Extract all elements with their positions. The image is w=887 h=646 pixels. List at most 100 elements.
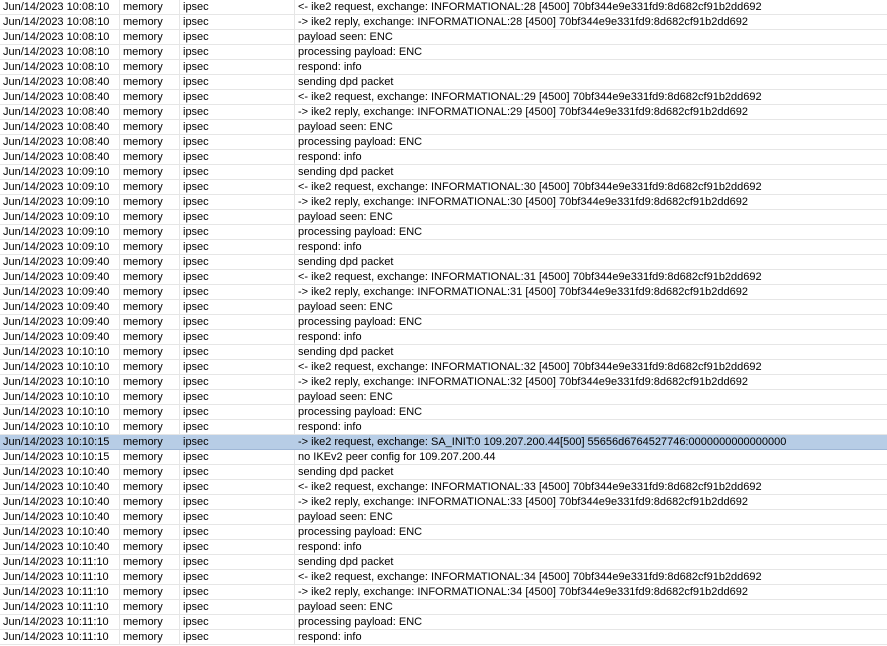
log-row[interactable]: Jun/14/2023 10:08:10 memory ipsec <- ike… <box>0 0 887 15</box>
log-buffer: memory <box>123 436 163 448</box>
log-topics: ipsec <box>183 331 209 343</box>
log-table[interactable]: Jun/14/2023 10:08:10 memory ipsec <- ike… <box>0 0 887 645</box>
log-topics: ipsec <box>183 496 209 508</box>
log-row[interactable]: Jun/14/2023 10:09:40 memory ipsec respon… <box>0 330 887 345</box>
log-row[interactable]: Jun/14/2023 10:11:10 memory ipsec -> ike… <box>0 585 887 600</box>
log-topics: ipsec <box>183 631 209 643</box>
log-row[interactable]: Jun/14/2023 10:10:15 memory ipsec -> ike… <box>0 435 887 450</box>
log-time: Jun/14/2023 10:08:40 <box>3 136 110 148</box>
log-row[interactable]: Jun/14/2023 10:10:10 memory ipsec <- ike… <box>0 360 887 375</box>
log-buffer: memory <box>123 466 163 478</box>
log-row[interactable]: Jun/14/2023 10:09:40 memory ipsec <- ike… <box>0 270 887 285</box>
log-time: Jun/14/2023 10:11:10 <box>3 616 109 628</box>
log-row[interactable]: Jun/14/2023 10:09:10 memory ipsec <- ike… <box>0 180 887 195</box>
log-topics: ipsec <box>183 376 209 388</box>
log-topics: ipsec <box>183 556 209 568</box>
log-row[interactable]: Jun/14/2023 10:09:40 memory ipsec proces… <box>0 315 887 330</box>
log-row[interactable]: Jun/14/2023 10:08:10 memory ipsec payloa… <box>0 30 887 45</box>
log-row[interactable]: Jun/14/2023 10:11:10 memory ipsec <- ike… <box>0 570 887 585</box>
log-time: Jun/14/2023 10:09:10 <box>3 196 110 208</box>
log-row[interactable]: Jun/14/2023 10:10:10 memory ipsec sendin… <box>0 345 887 360</box>
log-row[interactable]: Jun/14/2023 10:08:10 memory ipsec -> ike… <box>0 15 887 30</box>
log-topics: ipsec <box>183 586 209 598</box>
log-time: Jun/14/2023 10:09:40 <box>3 301 110 313</box>
log-row[interactable]: Jun/14/2023 10:08:40 memory ipsec sendin… <box>0 75 887 90</box>
log-message: payload seen: ENC <box>298 511 393 523</box>
log-message: <- ike2 request, exchange: INFORMATIONAL… <box>298 571 762 583</box>
log-row[interactable]: Jun/14/2023 10:09:40 memory ipsec payloa… <box>0 300 887 315</box>
log-row[interactable]: Jun/14/2023 10:10:10 memory ipsec respon… <box>0 420 887 435</box>
log-buffer: memory <box>123 61 163 73</box>
log-buffer: memory <box>123 526 163 538</box>
log-row[interactable]: Jun/14/2023 10:09:10 memory ipsec payloa… <box>0 210 887 225</box>
log-row[interactable]: Jun/14/2023 10:11:10 memory ipsec proces… <box>0 615 887 630</box>
log-buffer: memory <box>123 496 163 508</box>
log-row[interactable]: Jun/14/2023 10:10:40 memory ipsec payloa… <box>0 510 887 525</box>
log-buffer: memory <box>123 571 163 583</box>
log-row[interactable]: Jun/14/2023 10:09:40 memory ipsec -> ike… <box>0 285 887 300</box>
log-row[interactable]: Jun/14/2023 10:08:40 memory ipsec proces… <box>0 135 887 150</box>
log-message: processing payload: ENC <box>298 226 423 238</box>
log-topics: ipsec <box>183 166 209 178</box>
log-topics: ipsec <box>183 256 209 268</box>
log-row[interactable]: Jun/14/2023 10:10:10 memory ipsec payloa… <box>0 390 887 405</box>
log-topics: ipsec <box>183 61 209 73</box>
log-buffer: memory <box>123 481 163 493</box>
log-topics: ipsec <box>183 151 209 163</box>
log-topics: ipsec <box>183 91 209 103</box>
log-row[interactable]: Jun/14/2023 10:10:40 memory ipsec respon… <box>0 540 887 555</box>
log-message: -> ike2 reply, exchange: INFORMATIONAL:3… <box>298 196 748 208</box>
log-message: <- ike2 request, exchange: INFORMATIONAL… <box>298 361 762 373</box>
log-row[interactable]: Jun/14/2023 10:09:10 memory ipsec respon… <box>0 240 887 255</box>
log-message: payload seen: ENC <box>298 601 393 613</box>
log-row[interactable]: Jun/14/2023 10:10:40 memory ipsec -> ike… <box>0 495 887 510</box>
log-topics: ipsec <box>183 391 209 403</box>
log-buffer: memory <box>123 451 163 463</box>
log-buffer: memory <box>123 211 163 223</box>
log-row[interactable]: Jun/14/2023 10:10:10 memory ipsec -> ike… <box>0 375 887 390</box>
log-row[interactable]: Jun/14/2023 10:10:15 memory ipsec no IKE… <box>0 450 887 465</box>
log-topics: ipsec <box>183 121 209 133</box>
log-time: Jun/14/2023 10:10:15 <box>3 436 110 448</box>
log-row[interactable]: Jun/14/2023 10:09:10 memory ipsec sendin… <box>0 165 887 180</box>
log-topics: ipsec <box>183 616 209 628</box>
log-topics: ipsec <box>183 361 209 373</box>
log-topics: ipsec <box>183 31 209 43</box>
log-row[interactable]: Jun/14/2023 10:09:40 memory ipsec sendin… <box>0 255 887 270</box>
log-time: Jun/14/2023 10:10:40 <box>3 496 110 508</box>
log-buffer: memory <box>123 361 163 373</box>
log-message: -> ike2 reply, exchange: INFORMATIONAL:2… <box>298 16 748 28</box>
log-topics: ipsec <box>183 181 209 193</box>
log-row[interactable]: Jun/14/2023 10:08:10 memory ipsec respon… <box>0 60 887 75</box>
log-time: Jun/14/2023 10:09:40 <box>3 331 110 343</box>
log-row[interactable]: Jun/14/2023 10:11:10 memory ipsec sendin… <box>0 555 887 570</box>
log-row[interactable]: Jun/14/2023 10:10:10 memory ipsec proces… <box>0 405 887 420</box>
log-buffer: memory <box>123 271 163 283</box>
log-row[interactable]: Jun/14/2023 10:11:10 memory ipsec respon… <box>0 630 887 645</box>
log-topics: ipsec <box>183 601 209 613</box>
log-time: Jun/14/2023 10:08:40 <box>3 91 110 103</box>
log-topics: ipsec <box>183 16 209 28</box>
log-message: respond: info <box>298 331 362 343</box>
log-row[interactable]: Jun/14/2023 10:08:40 memory ipsec respon… <box>0 150 887 165</box>
log-row[interactable]: Jun/14/2023 10:10:40 memory ipsec proces… <box>0 525 887 540</box>
log-time: Jun/14/2023 10:10:40 <box>3 481 110 493</box>
log-message: respond: info <box>298 541 362 553</box>
log-row[interactable]: Jun/14/2023 10:08:40 memory ipsec <- ike… <box>0 90 887 105</box>
log-buffer: memory <box>123 316 163 328</box>
log-row[interactable]: Jun/14/2023 10:08:40 memory ipsec -> ike… <box>0 105 887 120</box>
log-row[interactable]: Jun/14/2023 10:10:40 memory ipsec sendin… <box>0 465 887 480</box>
log-topics: ipsec <box>183 196 209 208</box>
log-row[interactable]: Jun/14/2023 10:08:40 memory ipsec payloa… <box>0 120 887 135</box>
log-message: processing payload: ENC <box>298 136 423 148</box>
log-buffer: memory <box>123 406 163 418</box>
log-buffer: memory <box>123 16 163 28</box>
log-row[interactable]: Jun/14/2023 10:08:10 memory ipsec proces… <box>0 45 887 60</box>
log-time: Jun/14/2023 10:09:40 <box>3 271 110 283</box>
log-row[interactable]: Jun/14/2023 10:09:10 memory ipsec -> ike… <box>0 195 887 210</box>
log-row[interactable]: Jun/14/2023 10:10:40 memory ipsec <- ike… <box>0 480 887 495</box>
log-topics: ipsec <box>183 541 209 553</box>
log-row[interactable]: Jun/14/2023 10:11:10 memory ipsec payloa… <box>0 600 887 615</box>
log-row[interactable]: Jun/14/2023 10:09:10 memory ipsec proces… <box>0 225 887 240</box>
log-topics: ipsec <box>183 271 209 283</box>
